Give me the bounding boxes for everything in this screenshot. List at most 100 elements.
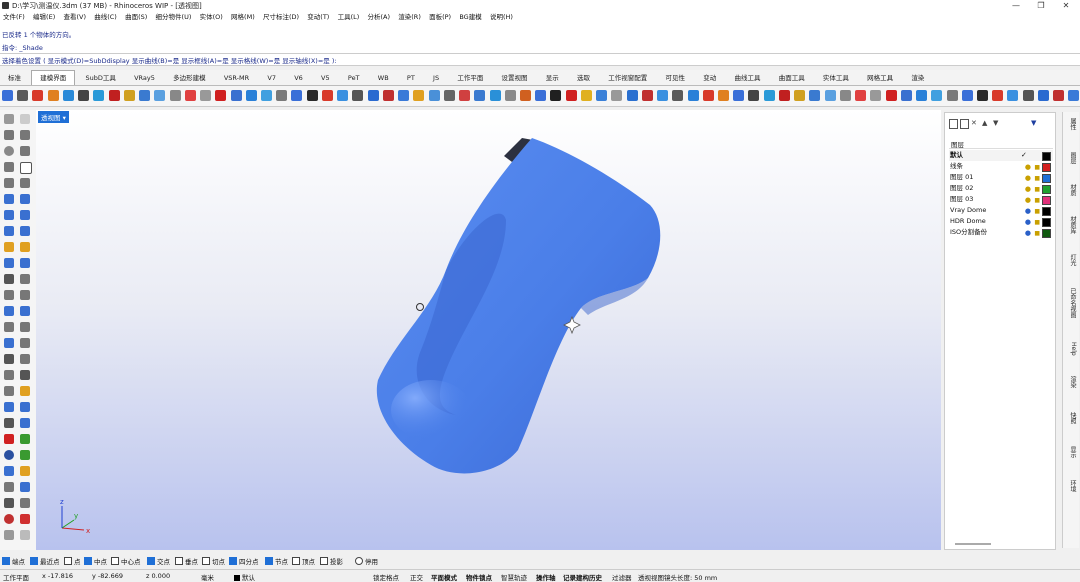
tool-icon[interactable] [4, 338, 14, 348]
command-line[interactable]: 选择着色设置 ( 显示模式(D)=SubDdisplay 显示曲线(B)=是 显… [0, 53, 1080, 66]
tool-icon[interactable] [20, 242, 30, 252]
tab-set-view[interactable]: 设置视图 [494, 71, 536, 85]
tool-icon[interactable] [596, 90, 608, 101]
tool-icon[interactable] [20, 386, 30, 396]
tool-icon[interactable] [20, 178, 30, 188]
tool-icon[interactable] [337, 90, 349, 101]
tool-icon[interactable] [428, 90, 440, 101]
perspective-viewport[interactable]: x y z [36, 110, 941, 550]
tab-vray5[interactable]: VRay5 [126, 71, 163, 85]
tab-curve-tools[interactable]: 曲线工具 [726, 71, 768, 85]
checkbox[interactable] [320, 557, 328, 565]
side-tab-environment[interactable]: 环境 [1065, 480, 1077, 492]
tab-modeling[interactable]: 建模界面 [31, 70, 76, 85]
chevron-right-icon[interactable] [20, 530, 30, 540]
side-tab-render[interactable]: 渲染 [1065, 376, 1077, 388]
tool-icon[interactable] [4, 242, 14, 252]
tool-icon[interactable] [611, 90, 623, 101]
tool-icon[interactable] [306, 90, 318, 101]
tool-icon[interactable] [230, 90, 242, 101]
circle-tool-icon[interactable] [4, 146, 14, 156]
tool-icon[interactable] [1053, 90, 1065, 101]
side-tab-layers[interactable]: 图层 [1065, 152, 1077, 164]
tool-icon[interactable] [367, 90, 379, 101]
tool-icon[interactable] [900, 90, 912, 101]
checkbox[interactable] [64, 557, 72, 565]
tool-icon[interactable] [4, 306, 14, 316]
tab-mesh-tools[interactable]: 网格工具 [859, 71, 901, 85]
menu-tools[interactable]: 工具(L) [335, 11, 363, 23]
tool-icon[interactable] [200, 90, 212, 101]
tool-icon[interactable] [626, 90, 638, 101]
tool-icon[interactable] [4, 370, 14, 380]
tab-subd-tools[interactable]: SubD工具 [77, 71, 123, 85]
tab-viewport-layout[interactable]: 工作视窗配置 [600, 71, 655, 85]
move-up-icon[interactable]: ▲ [982, 119, 987, 127]
osnap-intersection[interactable]: 交点 [147, 556, 170, 566]
tool-icon[interactable] [794, 90, 806, 101]
layer-row[interactable]: 线条 ● ■ [949, 161, 1053, 172]
tool-icon[interactable] [62, 90, 74, 101]
side-tab-snapshots[interactable]: 快照 [1065, 412, 1077, 424]
menu-solid[interactable]: 实体(O) [197, 11, 226, 23]
side-tab-material[interactable]: 材质 [1065, 184, 1077, 196]
tab-v6[interactable]: V6 [286, 71, 311, 85]
tool-icon[interactable] [20, 482, 30, 492]
tool-icon[interactable] [20, 226, 30, 236]
checkbox[interactable] [229, 557, 237, 565]
tool-icon[interactable] [20, 146, 30, 156]
line-tool-icon[interactable] [4, 130, 14, 140]
delete-layer-icon[interactable]: ✕ [971, 119, 977, 127]
tool-icon[interactable] [474, 90, 486, 101]
checkbox[interactable] [202, 557, 210, 565]
menu-subd[interactable]: 细分物件(U) [153, 11, 195, 23]
tool-icon[interactable] [20, 258, 30, 268]
tool-icon[interactable] [20, 194, 30, 204]
tool-icon[interactable] [139, 90, 151, 101]
layer-row[interactable]: HDR Dome ● ■ [949, 216, 1053, 227]
tool-icon[interactable] [4, 514, 14, 524]
tab-standard[interactable]: 标准 [0, 71, 29, 85]
tool-icon[interactable] [459, 90, 471, 101]
menu-surface[interactable]: 曲面(S) [122, 11, 150, 23]
side-tab-material-library[interactable]: 材质库 [1065, 216, 1077, 234]
tool-icon[interactable] [519, 90, 531, 101]
lightbulb-off-icon[interactable]: ● [1025, 228, 1031, 239]
layer-row[interactable]: 图层 01 ● ■ [949, 172, 1053, 183]
tool-icon[interactable] [535, 90, 547, 101]
tool-icon[interactable] [4, 258, 14, 268]
tool-icon[interactable] [961, 90, 973, 101]
tool-icon[interactable] [946, 90, 958, 101]
tool-icon[interactable] [489, 90, 501, 101]
tool-icon[interactable] [870, 90, 882, 101]
tool-icon[interactable] [718, 90, 730, 101]
tab-polygon[interactable]: 多边形建模 [165, 71, 214, 85]
tab-pet[interactable]: PeT [340, 71, 368, 85]
select-arrow-icon[interactable] [4, 114, 14, 124]
checkbox[interactable] [292, 557, 300, 565]
tab-render[interactable]: 渲染 [903, 71, 932, 85]
layer-row[interactable]: ISO分割备份 ● ■ [949, 227, 1053, 238]
tool-icon[interactable] [382, 90, 394, 101]
tool-icon[interactable] [169, 90, 181, 101]
layer-color-swatch[interactable] [1042, 174, 1051, 183]
tab-transform[interactable]: 变动 [695, 71, 724, 85]
osnap-point[interactable]: 点 [64, 556, 81, 566]
checkbox[interactable] [30, 557, 38, 565]
tool-icon[interactable] [47, 90, 59, 101]
layer-color-swatch[interactable] [1042, 185, 1051, 194]
tool-icon[interactable] [20, 450, 30, 460]
osnap-center[interactable]: 中心点 [111, 556, 141, 566]
maximize-button[interactable]: ❐ [1030, 0, 1052, 11]
tool-icon[interactable] [916, 90, 928, 101]
tool-icon[interactable] [20, 514, 30, 524]
tool-icon[interactable] [4, 498, 14, 508]
tool-icon[interactable] [20, 306, 30, 316]
menu-help[interactable]: 说明(H) [487, 11, 516, 23]
new-sublayer-icon[interactable] [960, 119, 969, 129]
tool-icon[interactable] [108, 90, 120, 101]
gumball-handle[interactable] [416, 303, 424, 311]
tab-wb[interactable]: WB [370, 71, 397, 85]
tool-icon[interactable] [291, 90, 303, 101]
tool-icon[interactable] [4, 434, 14, 444]
